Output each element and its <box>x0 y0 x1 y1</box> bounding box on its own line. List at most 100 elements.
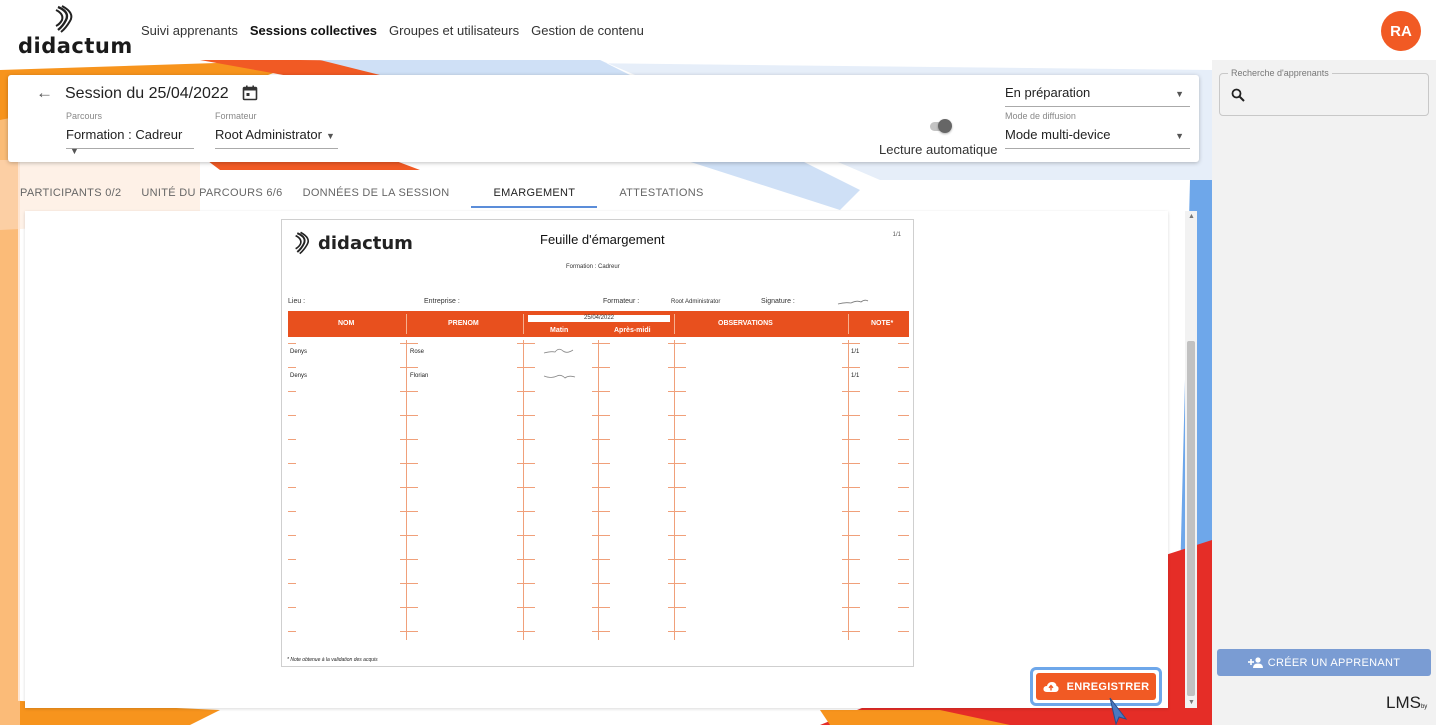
parcours-select[interactable]: Formation : Cadreur ▼ <box>66 127 194 156</box>
sheet-row-rule <box>592 391 610 392</box>
sheet-row-rule <box>517 367 535 368</box>
chevron-down-icon: ▼ <box>325 131 335 141</box>
nav-suivi-apprenants[interactable]: Suivi apprenants <box>141 23 238 38</box>
sheet-row-rule <box>288 439 296 440</box>
sheet-row-rule <box>288 607 296 608</box>
didactum-logo-icon <box>295 231 310 255</box>
sheet-row-rule <box>288 415 296 416</box>
diffusion-select[interactable]: Mode multi-device ▼ <box>1005 127 1190 149</box>
status-select[interactable]: En préparation ▼ <box>1005 85 1190 107</box>
tab-donnees-session[interactable]: DONNÉES DE LA SESSION <box>293 180 460 208</box>
lms-by-label: by <box>1420 704 1428 710</box>
column-date: 25/04/2022 <box>528 315 670 322</box>
sheet-row-rule <box>842 391 860 392</box>
formateur-value: Root Administrator <box>215 127 322 142</box>
sheet-row-rule <box>842 463 860 464</box>
sheet-row-rule <box>668 583 686 584</box>
sheet-row-rule <box>400 439 418 440</box>
sheet-row-rule <box>288 343 296 344</box>
save-button-label: ENREGISTRER <box>1066 680 1150 693</box>
sheet-brand-name: didactum <box>318 232 413 254</box>
row-1-nom: Denys <box>290 349 308 355</box>
sheet-column-rule <box>848 340 849 640</box>
calendar-icon[interactable] <box>242 85 258 101</box>
brand-logo[interactable]: didactum <box>18 4 132 58</box>
sheet-title: Feuille d'émargement <box>540 232 665 247</box>
sheet-row-rule <box>517 583 535 584</box>
sheet-row-rule <box>668 487 686 488</box>
learner-search-field[interactable]: Recherche d'apprenants <box>1219 68 1429 116</box>
tab-participants[interactable]: PARTICIPANTS 0/2 <box>10 180 131 208</box>
header-separator <box>848 314 849 334</box>
sheet-row-rule <box>898 559 909 560</box>
header-separator <box>523 314 524 334</box>
sheet-row-rule <box>898 343 909 344</box>
content-scrollbar[interactable]: ▲ ▼ <box>1185 211 1197 708</box>
user-avatar[interactable]: RA <box>1381 11 1421 51</box>
sheet-row-rule <box>288 559 296 560</box>
session-title: Session du 25/04/2022 <box>65 85 229 102</box>
column-note: NOTE* <box>871 320 894 327</box>
formateur-select[interactable]: Root Administrator ▼ <box>215 127 338 149</box>
sheet-row-rule <box>517 511 535 512</box>
sheet-row-rule <box>592 343 610 344</box>
sheet-row-rule <box>898 535 909 536</box>
signature-mark-icon <box>543 374 576 379</box>
sheet-row-rule <box>668 511 686 512</box>
tab-unite-parcours[interactable]: UNITÉ DU PARCOURS 6/6 <box>131 180 292 208</box>
create-learner-button[interactable]: CRÉER UN APPRENANT <box>1217 649 1431 676</box>
nav-groupes-utilisateurs[interactable]: Groupes et utilisateurs <box>389 23 519 38</box>
sheet-row-rule <box>400 631 418 632</box>
sheet-row-rule <box>517 463 535 464</box>
sheet-row-rule <box>400 535 418 536</box>
sheet-formation: Formation : Cadreur <box>566 264 620 270</box>
chevron-down-icon: ▼ <box>1175 89 1184 99</box>
sheet-row-rule <box>592 559 610 560</box>
sheet-row-rule <box>898 583 909 584</box>
tab-emargement[interactable]: EMARGEMENT <box>471 180 598 208</box>
scrollbar-thumb[interactable] <box>1187 341 1195 696</box>
sheet-row-rule <box>400 463 418 464</box>
auto-read-toggle[interactable] <box>930 119 952 133</box>
sheet-row-rule <box>517 391 535 392</box>
sheet-row-rule <box>842 343 860 344</box>
sheet-row-rule <box>400 607 418 608</box>
scroll-up-icon[interactable]: ▲ <box>1188 213 1195 220</box>
row-2-note: 1/1 <box>851 373 860 379</box>
sheet-row-rule <box>668 439 686 440</box>
sheet-row-rule <box>668 463 686 464</box>
nav-sessions-collectives[interactable]: Sessions collectives <box>250 23 377 38</box>
diffusion-value: Mode multi-device <box>1005 127 1111 142</box>
sheet-row-rule <box>592 583 610 584</box>
sheet-row-rule <box>842 415 860 416</box>
column-prenom: PRENOM <box>448 320 479 327</box>
sheet-row-rule <box>842 511 860 512</box>
session-tabs: PARTICIPANTS 0/2 UNITÉ DU PARCOURS 6/6 D… <box>10 180 726 208</box>
sheet-row-rule <box>400 391 418 392</box>
sheet-logo: didactum <box>294 230 413 256</box>
sheet-row-rule <box>517 343 535 344</box>
sheet-row-rule <box>842 631 860 632</box>
trainer-signature-icon <box>837 299 869 305</box>
back-arrow-icon[interactable]: ← <box>36 83 53 103</box>
lms-label: LMS <box>1386 693 1421 712</box>
sheet-row-rule <box>668 535 686 536</box>
sheet-row-rule <box>668 415 686 416</box>
save-button[interactable]: ENREGISTRER <box>1036 673 1156 700</box>
sheet-column-rule <box>598 340 599 640</box>
sheet-formateur-label: Formateur : <box>603 298 640 305</box>
sheet-row-rule <box>842 607 860 608</box>
sheet-row-rule <box>668 559 686 560</box>
toggle-knob <box>938 119 952 133</box>
sheet-row-rule <box>842 535 860 536</box>
header-separator <box>674 314 675 334</box>
sheet-row-rule <box>668 343 686 344</box>
scroll-down-icon[interactable]: ▼ <box>1188 699 1195 706</box>
tab-attestations[interactable]: ATTESTATIONS <box>597 180 725 208</box>
nav-gestion-contenu[interactable]: Gestion de contenu <box>531 23 644 38</box>
signature-label: Signature : <box>761 298 795 305</box>
sheet-row-rule <box>842 487 860 488</box>
sheet-row-rule <box>288 631 296 632</box>
sheet-row-rule <box>517 559 535 560</box>
lieu-label: Lieu : <box>288 298 306 305</box>
